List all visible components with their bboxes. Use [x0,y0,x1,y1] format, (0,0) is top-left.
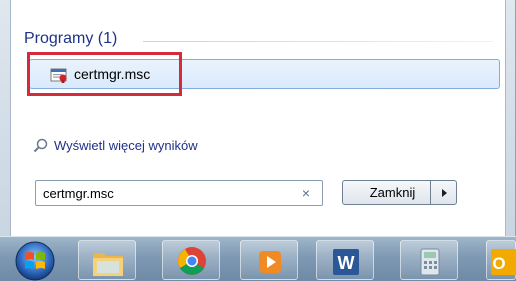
chrome-icon [178,247,206,275]
see-more-results-label: Wyświetl więcej wyników [54,137,198,153]
taskbar-media-player-button[interactable] [240,240,298,280]
start-menu: Programy (1) certmgr.msc Wyświetl więcej… [0,0,516,236]
clear-search-icon[interactable]: × [302,185,310,201]
taskbar-word-button[interactable]: W [316,240,374,280]
search-input-value: certmgr.msc [43,186,114,201]
search-result-certmgr[interactable]: certmgr.msc [29,59,500,89]
section-divider [143,41,493,42]
magnifier-icon [33,138,48,152]
start-search-input[interactable]: certmgr.msc × [35,180,323,206]
taskbar-calculator-button[interactable] [400,240,458,280]
taskbar-chrome-button[interactable] [162,240,220,280]
see-more-results-link[interactable]: Wyświetl więcej wyników [33,135,198,155]
shutdown-options-arrow-icon[interactable] [430,180,457,205]
certificate-manager-icon [50,68,67,83]
taskbar-explorer-button[interactable] [78,240,136,280]
search-result-label: certmgr.msc [74,66,151,82]
calculator-icon [420,248,440,276]
svg-text:W: W [338,253,355,273]
close-button[interactable]: Zamknij [342,180,443,205]
windows-orb-icon[interactable] [12,241,58,281]
svg-text:O: O [492,254,505,273]
media-player-icon [259,251,281,273]
explorer-icon [93,253,123,276]
outlook-icon: O [491,249,516,275]
taskbar-outlook-button[interactable]: O [486,240,516,280]
word-icon: W [333,249,359,275]
programs-section-header: Programy (1) [24,30,118,47]
taskbar: W O [0,236,516,281]
